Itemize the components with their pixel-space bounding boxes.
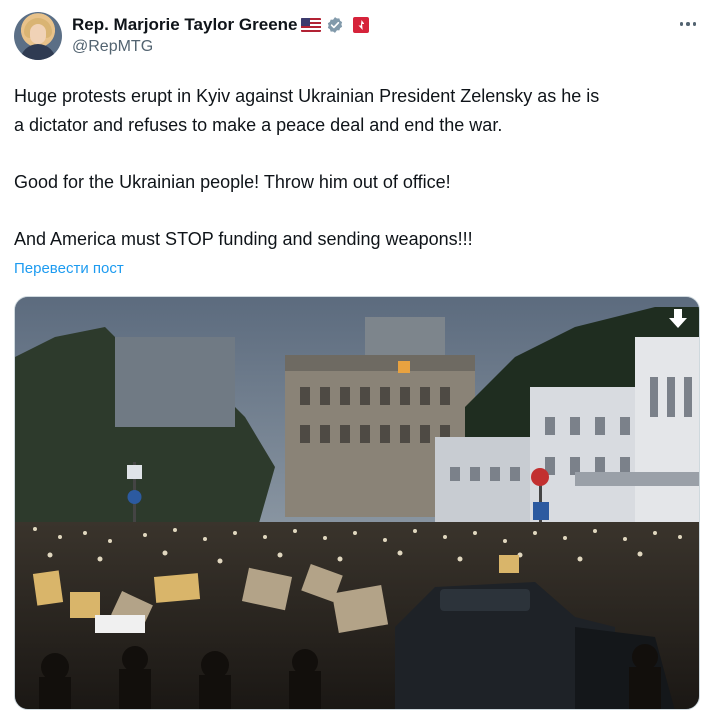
tweet-text-line: And America must STOP funding and sendin… [14,229,473,249]
verified-badge-icon[interactable] [326,16,344,34]
tweet-text-line: Good for the Ukrainian people! Throw him… [14,172,451,192]
avatar[interactable] [14,12,62,60]
tweet-header: Rep. Marjorie Taylor Greene @RepMTG [14,12,704,64]
us-flag-icon [301,18,322,32]
author-name-row: Rep. Marjorie Taylor Greene [72,14,370,36]
tweet-text-line: a dictator and refuses to make a peace d… [14,115,503,135]
tweet-text: Huge protests erupt in Kyiv against Ukra… [14,82,704,254]
more-icon[interactable] [676,14,700,34]
tweet-media-photo[interactable] [14,296,700,710]
translate-post-link[interactable]: Перевести пост [14,260,124,277]
tweet-card: Rep. Marjorie Taylor Greene @RepMTG Huge… [0,0,718,720]
tweet-text-line: Huge protests erupt in Kyiv against Ukra… [14,86,600,106]
author-handle[interactable]: @RepMTG [72,38,153,56]
protest-crowd-image [15,297,699,709]
download-arrow-icon[interactable] [667,307,689,331]
government-label-icon[interactable] [353,17,370,33]
author-display-name[interactable]: Rep. Marjorie Taylor Greene [72,15,297,35]
